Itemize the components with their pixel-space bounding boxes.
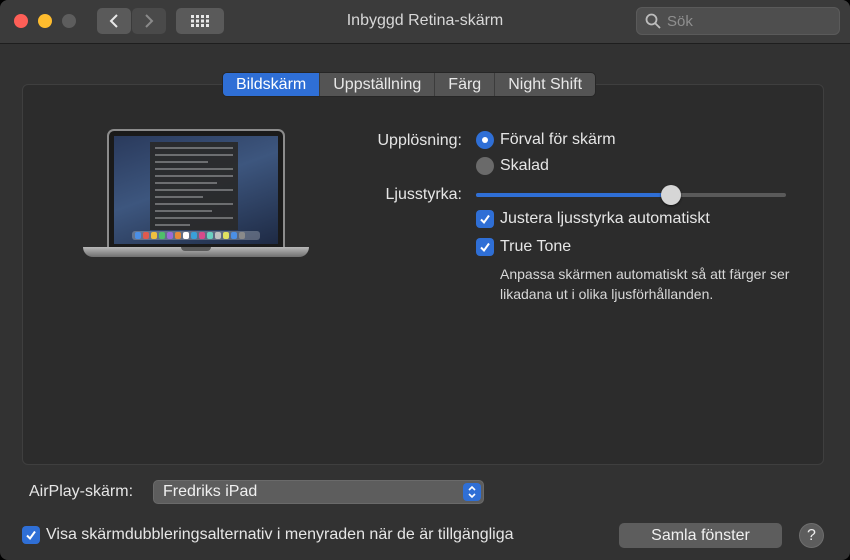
mirroring-menu-checkbox[interactable]: Visa skärmdubbleringsalternativ i menyra… bbox=[22, 526, 514, 544]
mirroring-menu-label: Visa skärmdubbleringsalternativ i menyra… bbox=[46, 526, 514, 543]
radio-selected-icon bbox=[476, 131, 494, 149]
airplay-label: AirPlay-skärm: bbox=[29, 483, 134, 500]
airplay-select[interactable]: Fredriks iPad bbox=[153, 480, 484, 504]
resolution-option-default[interactable]: Förval för skärm bbox=[476, 131, 616, 149]
tab-uppstallning[interactable]: Uppställning bbox=[319, 73, 434, 96]
tab-farg[interactable]: Färg bbox=[434, 73, 494, 96]
tab-bildskarm[interactable]: Bildskärm bbox=[223, 73, 320, 96]
true-tone-label: True Tone bbox=[500, 238, 572, 255]
resolution-option-scaled-label: Skalad bbox=[500, 157, 549, 174]
laptop-screen bbox=[114, 136, 278, 244]
search-icon bbox=[645, 13, 661, 29]
help-button[interactable]: ? bbox=[799, 523, 824, 548]
airplay-selected-value: Fredriks iPad bbox=[163, 483, 258, 500]
dock-illustration bbox=[132, 231, 260, 240]
radio-unselected-icon bbox=[476, 157, 494, 175]
checkmark-icon bbox=[476, 238, 494, 256]
true-tone-description: Anpassa skärmen automatiskt så att färge… bbox=[500, 266, 790, 302]
brightness-label: Ljusstyrka: bbox=[385, 186, 462, 203]
checkmark-icon bbox=[476, 210, 494, 228]
search-input[interactable] bbox=[667, 12, 837, 30]
tab-bar: Bildskärm Uppställning Färg Night Shift bbox=[222, 72, 597, 97]
resolution-option-default-label: Förval för skärm bbox=[500, 131, 616, 148]
auto-brightness-checkbox[interactable]: Justera ljusstyrka automatiskt bbox=[476, 210, 710, 228]
checkmark-icon bbox=[22, 526, 40, 544]
titlebar: Inbyggd Retina-skärm bbox=[0, 0, 850, 44]
resolution-label: Upplösning: bbox=[377, 132, 463, 149]
brightness-slider-fill bbox=[476, 193, 672, 197]
tab-night-shift[interactable]: Night Shift bbox=[494, 73, 595, 96]
updown-chevron-icon bbox=[463, 483, 481, 501]
true-tone-checkbox[interactable]: True Tone bbox=[476, 238, 571, 256]
brightness-slider[interactable] bbox=[476, 185, 786, 205]
system-preferences-window: Inbyggd Retina-skärm Bildskärm Uppställn… bbox=[0, 0, 850, 560]
resolution-option-scaled[interactable]: Skalad bbox=[476, 157, 549, 175]
laptop-notch bbox=[181, 247, 211, 251]
document-window-illustration bbox=[150, 142, 238, 230]
gather-windows-button[interactable]: Samla fönster bbox=[619, 523, 782, 548]
laptop-illustration bbox=[83, 129, 313, 267]
search-field[interactable] bbox=[636, 7, 840, 35]
auto-brightness-label: Justera ljusstyrka automatiskt bbox=[500, 210, 710, 227]
laptop-lid bbox=[107, 129, 285, 247]
